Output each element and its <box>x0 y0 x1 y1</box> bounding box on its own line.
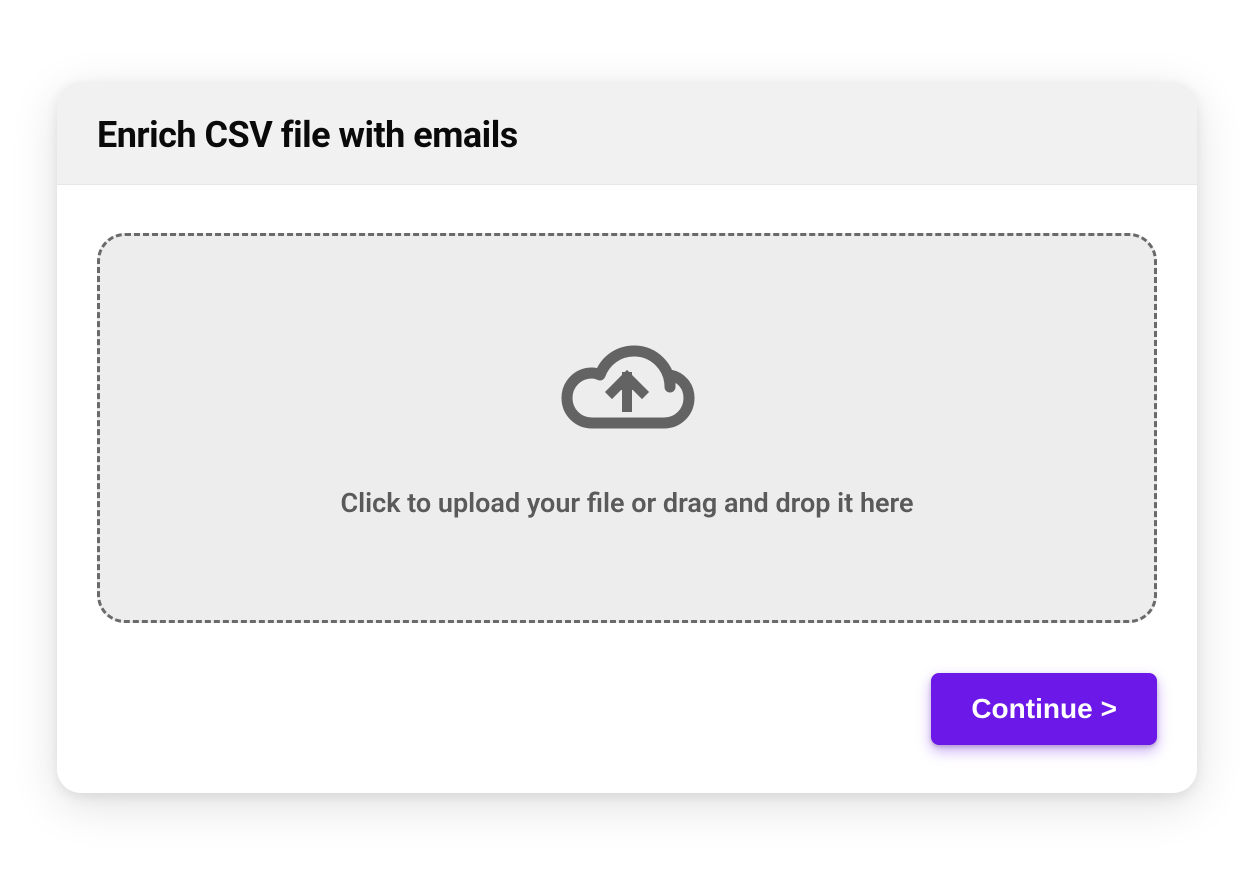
card-title: Enrich CSV file with emails <box>97 114 1157 156</box>
upload-card: Enrich CSV file with emails Click to upl… <box>57 82 1197 793</box>
chevron-right-icon: > <box>1101 693 1117 725</box>
continue-button[interactable]: Continue > <box>931 673 1157 745</box>
cloud-upload-icon <box>552 337 702 447</box>
card-footer: Continue > <box>57 663 1197 793</box>
dropzone-instruction: Click to upload your file or drag and dr… <box>340 487 913 519</box>
file-dropzone[interactable]: Click to upload your file or drag and dr… <box>97 233 1157 623</box>
continue-label: Continue <box>971 693 1092 725</box>
card-body: Click to upload your file or drag and dr… <box>57 185 1197 663</box>
card-header: Enrich CSV file with emails <box>57 82 1197 185</box>
